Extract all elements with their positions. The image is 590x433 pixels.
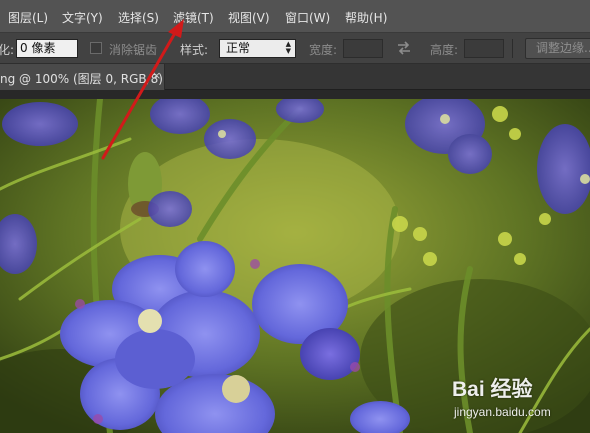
menu-window[interactable]: 窗口(W) [285,9,330,26]
menu-layer[interactable]: 图层(L) [8,9,48,26]
options-bar: 化: 0 像素 消除锯齿 样式: 正常 ▲ ▼ 宽度: 高度: 调整边缘... [0,33,590,64]
menu-bar: 图层(L) 文字(Y) 选择(S) 滤镜(T) 视图(V) 窗口(W) 帮助(H… [0,0,590,33]
antialias-label: 消除锯齿 [109,43,158,57]
watermark-url: jingyan.baidu.com [454,405,551,419]
baidu-watermark: Bai 经验 jingyan.baidu.com [448,368,590,428]
menu-view[interactable]: 视图(V) [228,9,270,26]
antialias-checkbox[interactable] [90,42,102,54]
refine-edge-button[interactable]: 调整边缘... [525,38,590,59]
feather-input[interactable]: 0 像素 [16,39,78,58]
options-divider [512,39,513,58]
document-tab-title: ng @ 100% (图层 0, RGB/8) [0,72,163,86]
tab-gap [0,90,590,99]
style-label: 样式: [180,43,209,57]
style-select-value: 正常 [226,41,251,55]
document-tab-bar: ng @ 100% (图层 0, RGB/8) × [0,64,590,90]
menu-select[interactable]: 选择(S) [118,9,159,26]
menu-filter[interactable]: 滤镜(T) [173,9,214,26]
document-tab[interactable]: ng @ 100% (图层 0, RGB/8) × [0,64,165,90]
height-label: 高度: [430,43,459,57]
width-input[interactable] [343,39,383,58]
width-label: 宽度: [309,43,338,57]
height-input[interactable] [464,39,504,58]
menu-type[interactable]: 文字(Y) [62,9,103,26]
close-icon[interactable]: × [152,70,161,82]
select-arrows-icon: ▲ ▼ [285,40,291,55]
menu-help[interactable]: 帮助(H) [345,9,387,26]
style-select[interactable]: 正常 ▲ ▼ [219,39,296,58]
watermark-brand: Bai 经验 [452,378,533,401]
feather-label: 化: [0,43,15,57]
swap-arrows-icon[interactable] [396,41,412,55]
